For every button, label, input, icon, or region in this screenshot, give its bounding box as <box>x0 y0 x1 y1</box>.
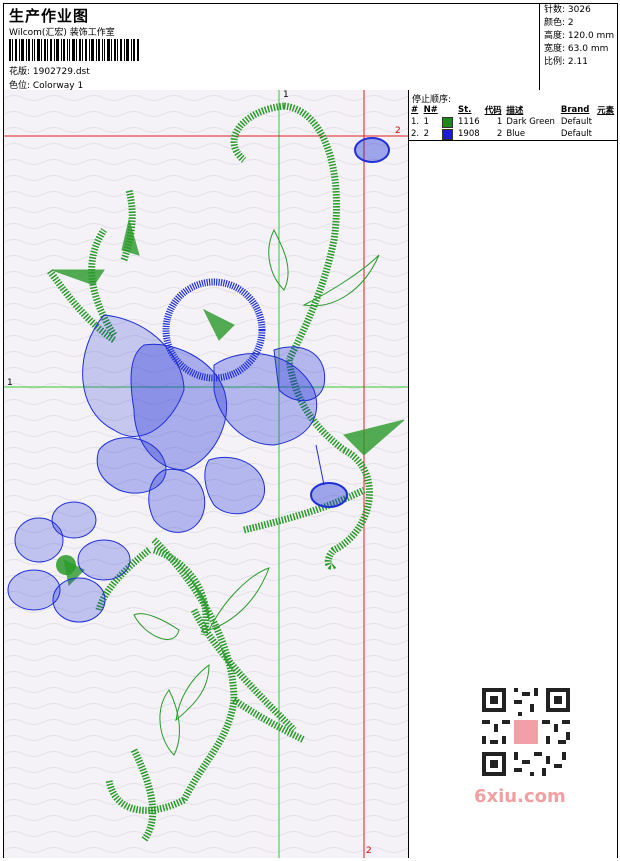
row-code: 2 <box>496 129 503 139</box>
row-description: Dark Green <box>506 117 555 127</box>
stats-panel: 针数: 3026 颜色: 2 高度: 120.0 mm 宽度: 63.0 mm … <box>539 4 618 90</box>
row-element <box>595 116 617 128</box>
table-row[interactable]: 1. 1 1116 1 Dark Green Default <box>409 116 617 128</box>
design-file-label: 花版: 1902729.dst <box>9 67 90 77</box>
row-stitches: 1908 <box>458 129 480 139</box>
row-n: 2 <box>423 129 429 139</box>
watermark-text: 6xiu.com <box>474 786 566 807</box>
company-name: Wilcom(汇宏) 装饰工作室 <box>9 28 115 38</box>
table-row[interactable]: 2. 2 1908 2 Blue Default <box>409 128 617 140</box>
stat-stitches: 针数: 3026 <box>544 5 591 15</box>
col-header-n: N# <box>423 105 438 115</box>
stop-sequence-title: 停止顺序: <box>412 95 452 105</box>
qr-code-image <box>478 684 574 780</box>
stat-colors: 颜色: 2 <box>544 18 574 28</box>
guide-label-green-left: 1 <box>7 378 13 388</box>
row-brand: Default <box>560 129 592 139</box>
row-n: 1 <box>423 117 429 127</box>
flower-center <box>56 555 76 575</box>
stat-scale: 比例: 2.11 <box>544 57 588 67</box>
guide-label-red-right: 2 <box>395 126 401 136</box>
stop-sequence-table: # N# St. 代码 描述 Brand 元素 1. 1 1116 1 Dark… <box>409 104 617 140</box>
barcode-image <box>9 39 139 61</box>
stat-width: 宽度: 63.0 mm <box>544 44 609 54</box>
color-swatch <box>442 128 454 140</box>
row-swatch <box>440 128 456 140</box>
watermark: 6xiu.com <box>470 682 585 812</box>
row-index: 2. <box>411 129 420 139</box>
col-header-swatch <box>440 104 456 116</box>
guide-label-red-bottom: 2 <box>366 846 372 856</box>
row-index: 1. <box>411 117 420 127</box>
col-header-brand: Brand <box>560 105 590 115</box>
col-header-stitches: St. <box>458 105 472 115</box>
design-canvas[interactable]: 1 1 2 2 <box>4 90 409 858</box>
page-title: 生产作业图 <box>9 7 90 25</box>
table-header-row: # N# St. 代码 描述 Brand 元素 <box>409 104 617 116</box>
row-code: 1 <box>496 117 503 127</box>
color-swatch <box>442 116 454 128</box>
col-header-index: # <box>411 105 419 115</box>
guide-label-green-top: 1 <box>283 90 289 100</box>
row-description: Blue <box>506 129 526 139</box>
col-header-code: 代码 <box>484 106 502 116</box>
col-header-element: 元素 <box>597 106 615 116</box>
embroidery-preview <box>4 90 408 858</box>
row-swatch <box>440 116 456 128</box>
col-header-description: 描述 <box>506 106 524 116</box>
row-element <box>595 128 617 140</box>
sheet-header: 生产作业图 Wilcom(汇宏) 装饰工作室 花版: 1902729.dst 色… <box>4 4 617 91</box>
qr-logo <box>514 720 538 744</box>
row-stitches: 1116 <box>458 117 480 127</box>
row-brand: Default <box>560 117 592 127</box>
stat-height: 高度: 120.0 mm <box>544 31 615 41</box>
